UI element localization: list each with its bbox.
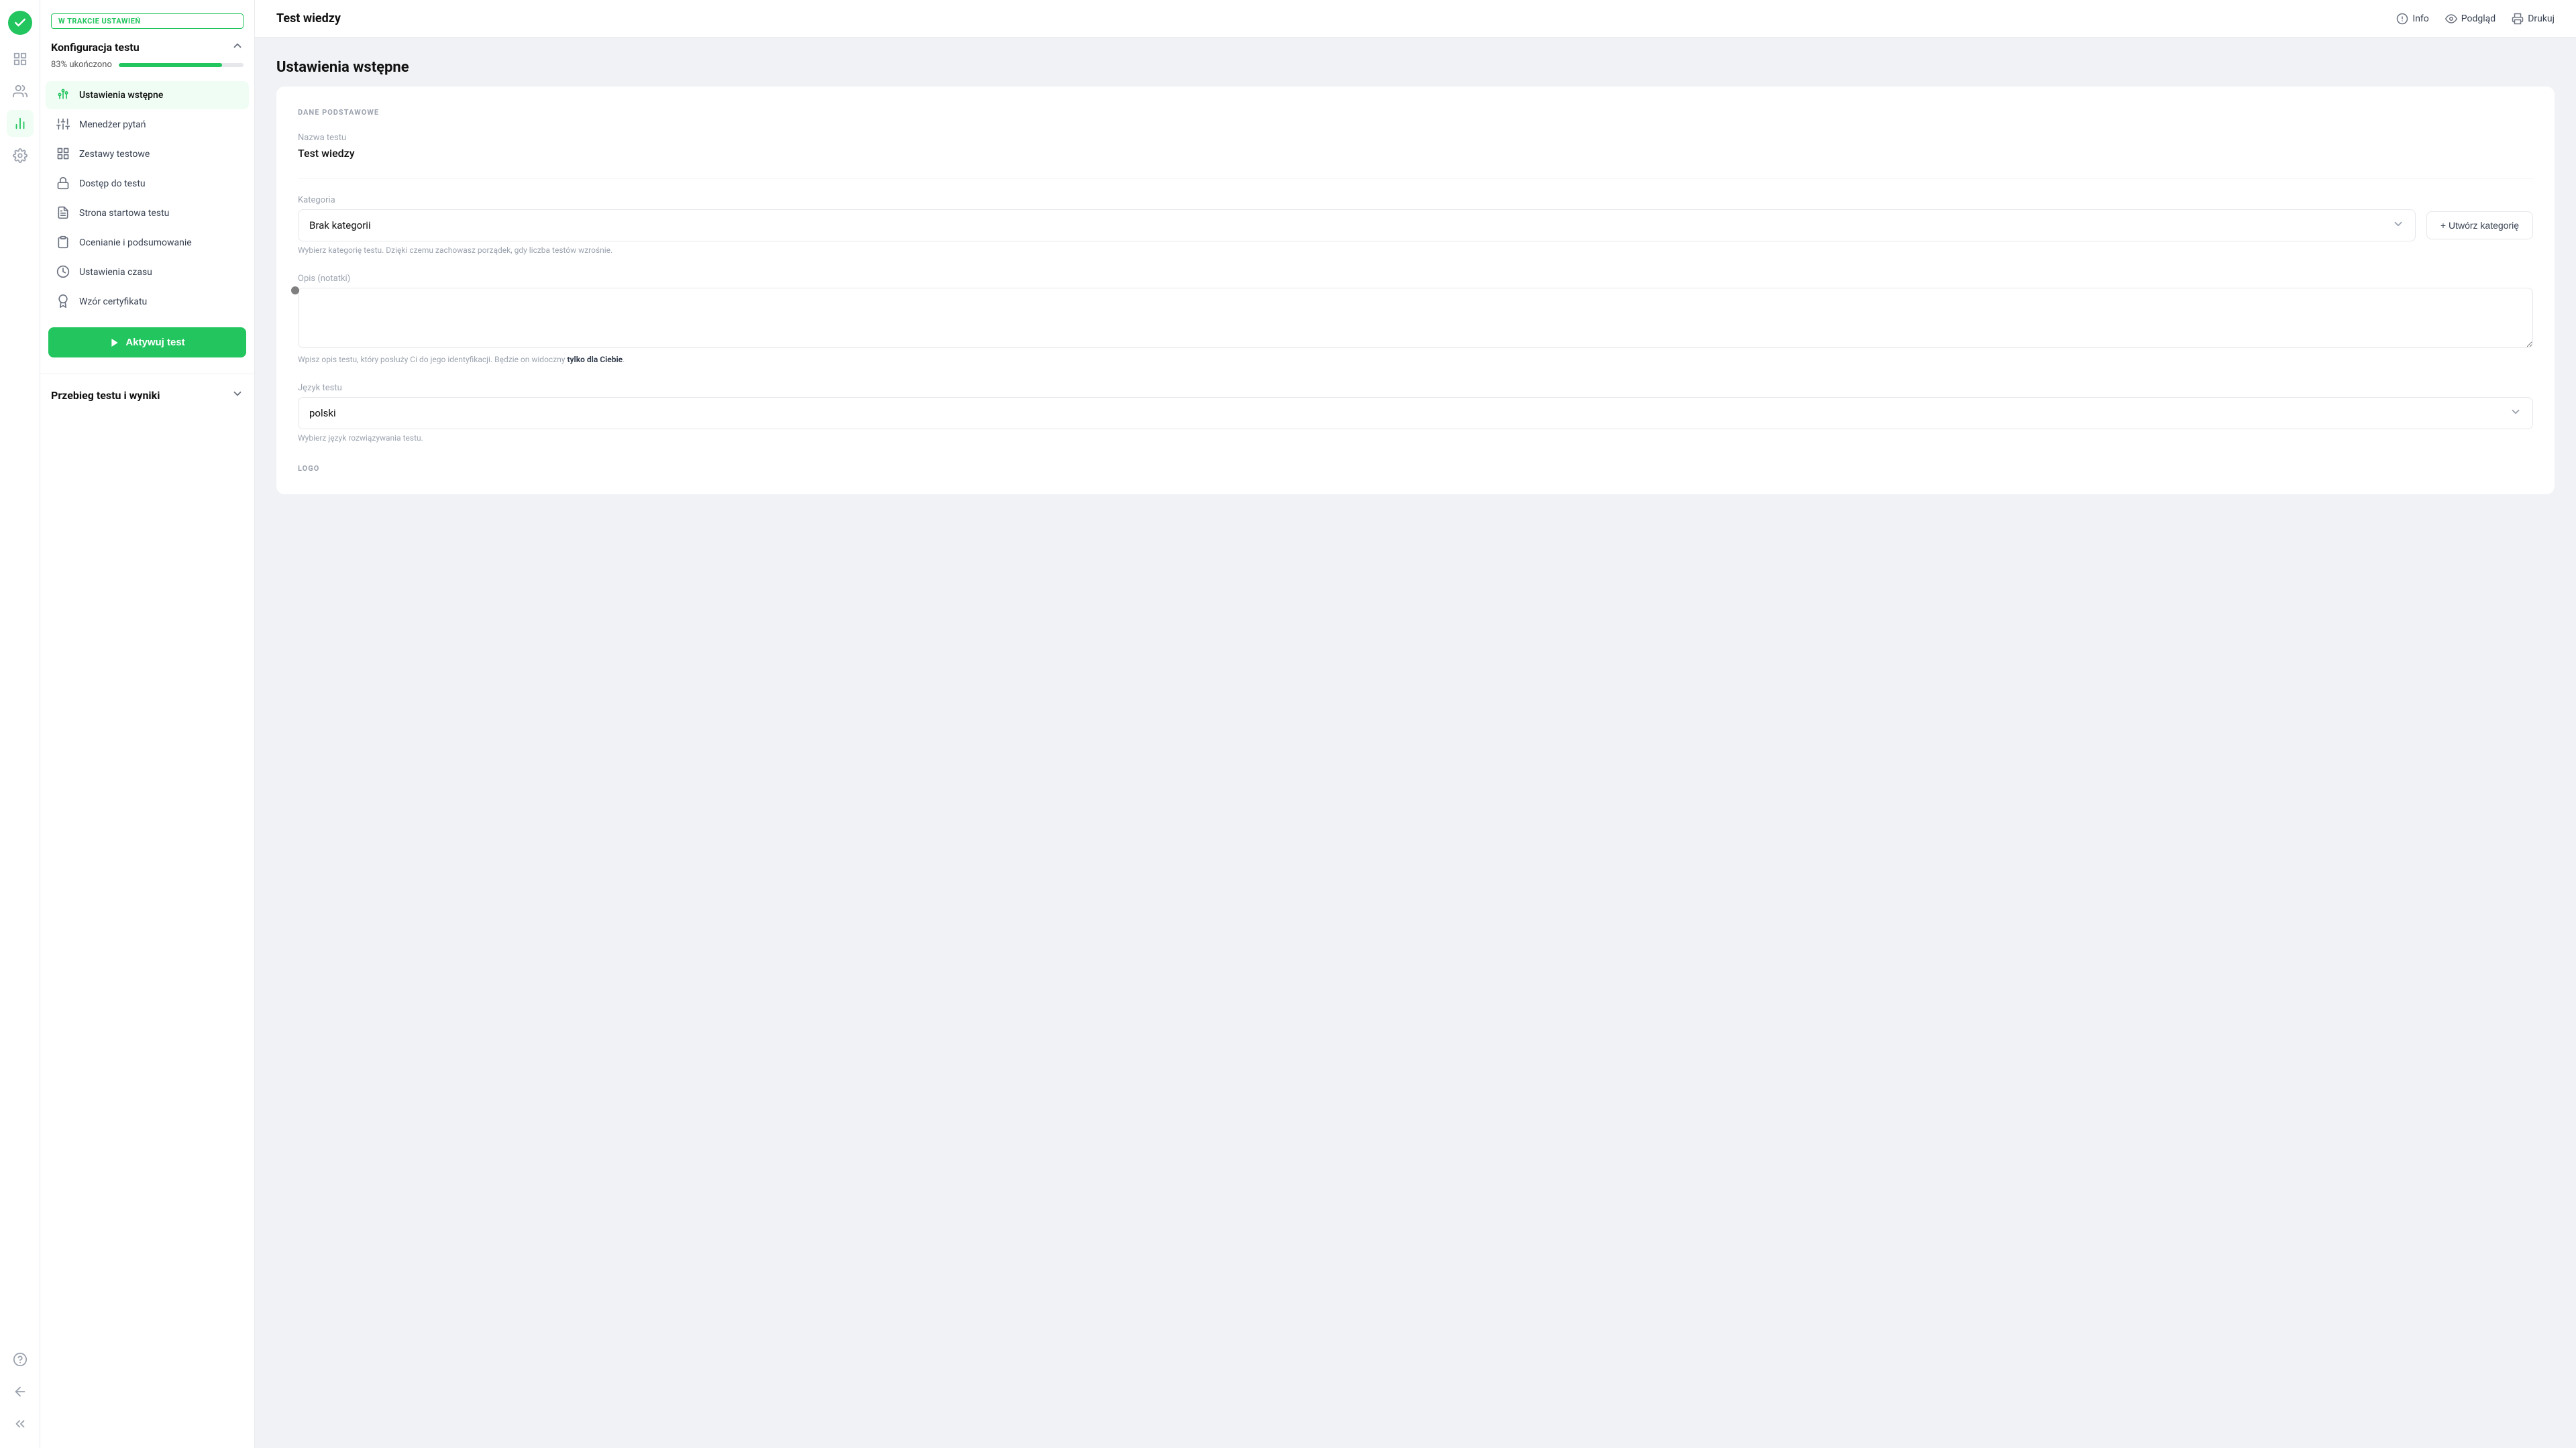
nav-label-zestawy: Zestawy testowe bbox=[79, 149, 150, 160]
create-category-button[interactable]: + Utwórz kategorię bbox=[2426, 211, 2533, 239]
nav-item-strona-startowa[interactable]: Strona startowa testu bbox=[46, 199, 249, 227]
category-row: Brak kategorii + Utwórz kategorię bbox=[298, 209, 2533, 241]
lock-icon bbox=[56, 176, 71, 191]
preview-button[interactable]: Podgląd bbox=[2445, 13, 2496, 25]
jezyk-field: Język testu polski Wybierz język rozwiąz… bbox=[298, 383, 2533, 443]
topbar: Test wiedzy Info Podgląd bbox=[255, 0, 2576, 38]
create-category-label: + Utwórz kategorię bbox=[2440, 220, 2519, 231]
activate-button[interactable]: Aktywuj test bbox=[48, 327, 246, 357]
nav-item-dostep[interactable]: Dostęp do testu bbox=[46, 170, 249, 198]
opis-hint: Wpisz opis testu, który posłuży Ci do je… bbox=[298, 355, 2533, 364]
opis-hint-end: . bbox=[623, 355, 625, 364]
activate-btn-label: Aktywuj test bbox=[125, 337, 184, 348]
kategoria-field: Kategoria Brak kategorii + Utwórz kateg bbox=[298, 195, 2533, 255]
clipboard-icon bbox=[56, 235, 71, 250]
progress-fill bbox=[119, 63, 222, 67]
print-label: Drukuj bbox=[2528, 13, 2555, 24]
preview-label: Podgląd bbox=[2461, 13, 2496, 24]
rail-icon-analytics[interactable] bbox=[7, 110, 34, 137]
nav-item-zestawy-testowe[interactable]: Zestawy testowe bbox=[46, 140, 249, 168]
nav-item-wzor-certyfikatu[interactable]: Wzór certyfikatu bbox=[46, 288, 249, 316]
konfiguracja-chevron-icon[interactable] bbox=[231, 40, 244, 54]
icon-rail bbox=[0, 0, 40, 1448]
kategoria-label: Kategoria bbox=[298, 195, 2533, 205]
konfiguracja-title: Konfiguracja testu bbox=[51, 41, 140, 54]
nav-label-certyfikat: Wzór certyfikatu bbox=[79, 296, 147, 307]
rail-icon-settings[interactable] bbox=[7, 142, 34, 169]
rail-icon-help[interactable] bbox=[7, 1346, 34, 1373]
konfiguracja-section-header: Konfiguracja testu bbox=[40, 40, 254, 54]
nav-label-ustawienia: Ustawienia wstępne bbox=[79, 90, 163, 101]
rail-icon-collapse[interactable] bbox=[7, 1410, 34, 1437]
award-icon bbox=[56, 294, 71, 309]
status-badge: W TRAKCIE USTAWIEŃ bbox=[51, 13, 244, 29]
topbar-actions: Info Podgląd Drukuj bbox=[2396, 13, 2555, 25]
app-logo[interactable] bbox=[8, 11, 32, 35]
info-button[interactable]: Info bbox=[2396, 13, 2428, 25]
sidebar: W TRAKCIE USTAWIEŃ Konfiguracja testu 83… bbox=[40, 0, 255, 1448]
opis-hint-normal: Wpisz opis testu, który posłuży Ci do je… bbox=[298, 355, 567, 364]
file-text-icon bbox=[56, 206, 71, 221]
rail-icon-back[interactable] bbox=[7, 1378, 34, 1405]
topbar-title: Test wiedzy bbox=[276, 11, 341, 25]
category-select[interactable]: Brak kategorii bbox=[298, 209, 2416, 241]
clock-icon bbox=[56, 265, 71, 280]
progress-label: 83% ukończono bbox=[51, 60, 112, 70]
settings-sliders-icon bbox=[56, 88, 71, 103]
nav-item-ocenianie[interactable]: Ocenianie i podsumowanie bbox=[46, 229, 249, 257]
nazwa-testu-field: Nazwa testu Test wiedzy bbox=[298, 133, 2533, 160]
language-chevron-icon bbox=[2510, 406, 2522, 421]
rail-icon-users[interactable] bbox=[7, 78, 34, 105]
nav-label-strona-startowa: Strona startowa testu bbox=[79, 208, 169, 219]
opis-field: Opis (notatki) Wpisz opis testu, który p… bbox=[298, 274, 2533, 364]
section-label: DANE PODSTAWOWE bbox=[298, 108, 2533, 117]
kategoria-hint: Wybierz kategorię testu. Dzięki czemu za… bbox=[298, 245, 2533, 255]
sliders-icon bbox=[56, 117, 71, 132]
page-heading-row: Ustawienia wstępne bbox=[276, 59, 2555, 87]
progress-bar bbox=[119, 63, 244, 67]
nazwa-testu-value: Test wiedzy bbox=[298, 147, 2533, 160]
grid-icon bbox=[56, 147, 71, 162]
content-card: DANE PODSTAWOWE Nazwa testu Test wiedzy … bbox=[276, 87, 2555, 494]
print-button[interactable]: Drukuj bbox=[2512, 13, 2555, 25]
app-body: W TRAKCIE USTAWIEŃ Konfiguracja testu 83… bbox=[40, 0, 2576, 1448]
jezyk-label: Język testu bbox=[298, 383, 2533, 393]
nav-label-czas: Ustawienia czasu bbox=[79, 267, 152, 278]
opis-hint-bold: tylko dla Ciebie bbox=[567, 355, 623, 364]
nazwa-testu-label: Nazwa testu bbox=[298, 133, 2533, 143]
nav-item-menedzer-pytan[interactable]: Menedżer pytań bbox=[46, 111, 249, 139]
przebieg-section-header[interactable]: Przebieg testu i wyniki bbox=[40, 380, 254, 410]
kategoria-hint-text: Wybierz kategorię testu. Dzięki czemu za… bbox=[298, 245, 612, 255]
opis-textarea[interactable] bbox=[298, 288, 2533, 348]
category-value: Brak kategorii bbox=[309, 219, 371, 231]
logo-section-label: LOGO bbox=[298, 464, 2533, 473]
content-area: Ustawienia wstępne DANE PODSTAWOWE Nazwa… bbox=[255, 38, 2576, 1448]
nav-label-menedzer: Menedżer pytań bbox=[79, 119, 146, 130]
progress-row: 83% ukończono bbox=[40, 60, 254, 70]
nav-item-ustawienia-czasu[interactable]: Ustawienia czasu bbox=[46, 258, 249, 286]
opis-label: Opis (notatki) bbox=[298, 274, 2533, 284]
category-chevron-icon bbox=[2392, 218, 2404, 233]
nav-label-dostep: Dostęp do testu bbox=[79, 178, 146, 189]
nav-item-ustawienia-wstepne[interactable]: Ustawienia wstępne bbox=[46, 81, 249, 109]
language-value: polski bbox=[309, 407, 336, 419]
page-title: Ustawienia wstępne bbox=[276, 59, 2555, 76]
field-divider-1 bbox=[298, 178, 2533, 179]
nav-label-ocenianie: Ocenianie i podsumowanie bbox=[79, 237, 192, 248]
main-content: Test wiedzy Info Podgląd bbox=[255, 0, 2576, 1448]
przebieg-title: Przebieg testu i wyniki bbox=[51, 389, 160, 402]
language-select[interactable]: polski bbox=[298, 397, 2533, 429]
przebieg-chevron-icon bbox=[231, 388, 244, 402]
jezyk-hint: Wybierz język rozwiązywania testu. bbox=[298, 433, 2533, 443]
rail-icon-grid[interactable] bbox=[7, 46, 34, 72]
info-label: Info bbox=[2412, 13, 2428, 24]
